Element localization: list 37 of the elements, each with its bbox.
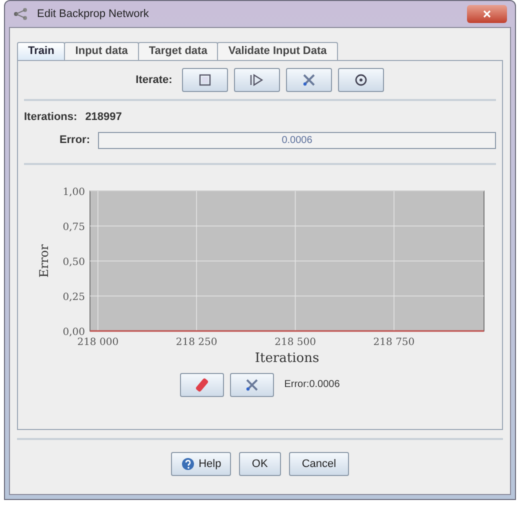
close-icon bbox=[483, 10, 491, 18]
x-tick-label: 218 750 bbox=[373, 336, 415, 348]
tab[interactable]: Validate Input Data bbox=[217, 42, 338, 60]
reset-button[interactable] bbox=[338, 68, 384, 92]
close-button[interactable] bbox=[467, 5, 507, 23]
y-tick-label: 1,00 bbox=[62, 186, 85, 198]
play-button[interactable] bbox=[234, 68, 280, 92]
play-icon bbox=[250, 74, 264, 86]
stop-icon bbox=[199, 74, 212, 86]
window-title: Edit Backprop Network bbox=[37, 6, 149, 22]
error-reading: Error:0.0006 bbox=[284, 378, 340, 392]
tab[interactable]: Target data bbox=[138, 42, 218, 60]
error-field: 0.0006 bbox=[98, 132, 496, 148]
y-tick-label: 0,25 bbox=[62, 292, 85, 302]
iterations-label: Iterations: bbox=[24, 110, 78, 125]
stop-button[interactable] bbox=[182, 68, 228, 92]
y-axis-title: Error bbox=[37, 244, 51, 278]
x-axis-title: Iterations bbox=[254, 350, 320, 366]
dialog-button[interactable]: OK bbox=[238, 452, 281, 476]
y-tick-label: 0,50 bbox=[62, 256, 85, 268]
error-label: Error: bbox=[58, 132, 90, 148]
x-tick-label: 218 250 bbox=[176, 336, 218, 348]
network-icon bbox=[13, 7, 29, 21]
tab[interactable]: Train bbox=[17, 42, 66, 60]
dialog-button[interactable]: Cancel bbox=[288, 452, 350, 476]
help-icon bbox=[180, 457, 195, 471]
iterate-label: Iterate: bbox=[136, 72, 172, 88]
tools-button[interactable] bbox=[230, 372, 274, 396]
x-tick-label: 218 500 bbox=[274, 336, 316, 348]
help-button[interactable]: Help bbox=[170, 452, 231, 476]
x-tick-label: 218 000 bbox=[77, 336, 119, 348]
y-tick-label: 0,00 bbox=[62, 326, 85, 338]
iterations-value: 218997 bbox=[85, 110, 122, 125]
tab[interactable]: Input data bbox=[64, 42, 139, 60]
clear-button[interactable] bbox=[180, 372, 224, 396]
tools-button[interactable] bbox=[286, 68, 332, 92]
y-tick-label: 0,75 bbox=[62, 222, 85, 232]
